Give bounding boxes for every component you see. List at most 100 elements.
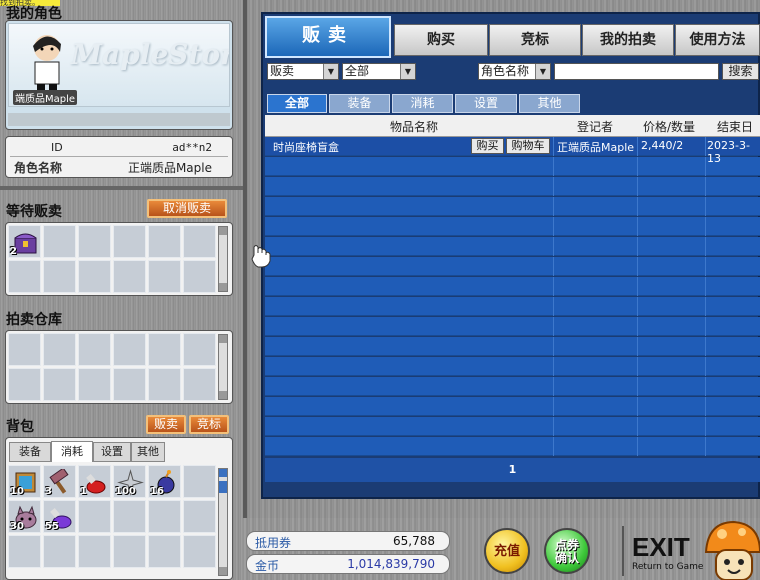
warehouse-slot[interactable]: [8, 368, 41, 401]
column-separator: [553, 277, 554, 296]
pending-slot[interactable]: [8, 260, 41, 293]
table-row[interactable]: [265, 317, 760, 336]
pending-slot[interactable]: [148, 260, 181, 293]
pending-slot[interactable]: [183, 225, 216, 258]
warehouse-slot[interactable]: [113, 368, 146, 401]
table-row[interactable]: [265, 217, 760, 236]
pending-slot[interactable]: [43, 225, 76, 258]
backpack-tab-setup[interactable]: 设置: [93, 442, 131, 462]
table-row[interactable]: [265, 177, 760, 196]
table-row[interactable]: [265, 437, 760, 456]
table-row[interactable]: [265, 297, 760, 316]
category-tab-setup[interactable]: 设置: [455, 94, 517, 113]
category-tab-all[interactable]: 全部: [267, 94, 327, 113]
tab-usage[interactable]: 使用方法: [675, 24, 760, 56]
item-name-cell: 时尚座椅盲盒: [273, 141, 339, 154]
search-button[interactable]: 搜索: [722, 63, 759, 80]
warehouse-slot[interactable]: [148, 368, 181, 401]
pending-slot[interactable]: [113, 260, 146, 293]
col-price: 价格/数量: [643, 120, 696, 134]
category-tab-other[interactable]: 其他: [519, 94, 580, 113]
backpack-tab-equip[interactable]: 装备: [9, 442, 51, 462]
backpack-sell-button[interactable]: 贩卖: [146, 415, 186, 434]
pending-title: 等待贩卖: [6, 204, 62, 220]
table-row[interactable]: [265, 417, 760, 436]
hand-cursor-icon: [251, 245, 271, 268]
category-tab-equip[interactable]: 装备: [329, 94, 390, 113]
add-to-cart-button[interactable]: 购物车: [506, 138, 550, 154]
backpack-auction-button[interactable]: 竞标: [189, 415, 229, 434]
warehouse-slot[interactable]: [78, 333, 111, 366]
pending-slot[interactable]: [113, 225, 146, 258]
recharge-button[interactable]: 充值: [484, 528, 530, 574]
column-separator: [553, 177, 554, 196]
mushroom-mascot-icon: [704, 520, 760, 580]
backpack-slot[interactable]: 55: [43, 500, 76, 533]
backpack-slot[interactable]: [8, 535, 41, 568]
backpack-tab-other[interactable]: 其他: [131, 442, 165, 462]
pending-slot[interactable]: 2: [8, 225, 41, 258]
tab-bid[interactable]: 竞标: [489, 24, 581, 56]
backpack-slot[interactable]: 16: [148, 465, 181, 498]
search-input[interactable]: [554, 63, 719, 80]
table-row[interactable]: [265, 197, 760, 216]
tab-my-auction[interactable]: 我的拍卖: [582, 24, 674, 56]
warehouse-slot[interactable]: [148, 333, 181, 366]
backpack-slot[interactable]: [78, 500, 111, 533]
confirm-points-button[interactable]: 点券 确认: [544, 528, 590, 574]
warehouse-scrollbar[interactable]: [218, 334, 228, 400]
backpack-slot[interactable]: [43, 535, 76, 568]
warehouse-slot[interactable]: [78, 368, 111, 401]
pending-slot[interactable]: [78, 260, 111, 293]
pending-slot[interactable]: [148, 225, 181, 258]
backpack-slot[interactable]: [183, 535, 216, 568]
backpack-slot[interactable]: 100: [113, 465, 146, 498]
search-field-select[interactable]: 角色名称 ▼: [478, 63, 551, 80]
column-separator: [705, 337, 706, 356]
table-row[interactable]: 时尚座椅盲盒 购买 购物车 正端质品Maple 2,440/2 2023-3-1…: [265, 137, 760, 165]
table-row[interactable]: [265, 337, 760, 356]
cancel-sale-button[interactable]: 取消贩卖: [147, 199, 227, 218]
backpack-slot[interactable]: [183, 465, 216, 498]
backpack-slot[interactable]: [148, 535, 181, 568]
id-label: ID: [51, 141, 63, 154]
pagination[interactable]: 1: [265, 458, 760, 482]
warehouse-slot[interactable]: [8, 333, 41, 366]
backpack-slot[interactable]: 30: [8, 500, 41, 533]
backpack-scrollbar[interactable]: [218, 468, 228, 576]
exit-button[interactable]: EXIT Return to Game: [632, 532, 704, 576]
table-row[interactable]: [265, 397, 760, 416]
table-row[interactable]: [265, 257, 760, 276]
tab-sell[interactable]: 贩卖: [265, 16, 391, 58]
backpack-slot[interactable]: [148, 500, 181, 533]
backpack-grid: 10 3 1 100 16 30 55: [8, 465, 216, 568]
backpack-tab-consume[interactable]: 消耗: [51, 441, 93, 462]
tab-buy[interactable]: 购买: [394, 24, 488, 56]
warehouse-slot[interactable]: [43, 368, 76, 401]
column-separator: [705, 237, 706, 256]
warehouse-slot[interactable]: [183, 368, 216, 401]
backpack-slot[interactable]: 3: [43, 465, 76, 498]
backpack-slot[interactable]: 10: [8, 465, 41, 498]
backpack-slot[interactable]: [113, 535, 146, 568]
warehouse-slot[interactable]: [43, 333, 76, 366]
table-row[interactable]: [265, 377, 760, 396]
pending-slot[interactable]: [43, 260, 76, 293]
table-row[interactable]: [265, 157, 760, 176]
pending-slot[interactable]: [78, 225, 111, 258]
category-select[interactable]: 全部 ▼: [342, 63, 416, 80]
backpack-slot[interactable]: [183, 500, 216, 533]
table-row[interactable]: [265, 357, 760, 376]
pending-scrollbar[interactable]: [218, 226, 228, 292]
backpack-slot[interactable]: [78, 535, 111, 568]
type-select[interactable]: 贩卖 ▼: [267, 63, 339, 80]
backpack-slot[interactable]: [113, 500, 146, 533]
table-row[interactable]: [265, 277, 760, 296]
category-tab-consume[interactable]: 消耗: [392, 94, 453, 113]
table-row[interactable]: [265, 237, 760, 256]
pending-slot[interactable]: [183, 260, 216, 293]
buy-button[interactable]: 购买: [471, 138, 504, 154]
warehouse-slot[interactable]: [113, 333, 146, 366]
backpack-slot[interactable]: 1: [78, 465, 111, 498]
warehouse-slot[interactable]: [183, 333, 216, 366]
